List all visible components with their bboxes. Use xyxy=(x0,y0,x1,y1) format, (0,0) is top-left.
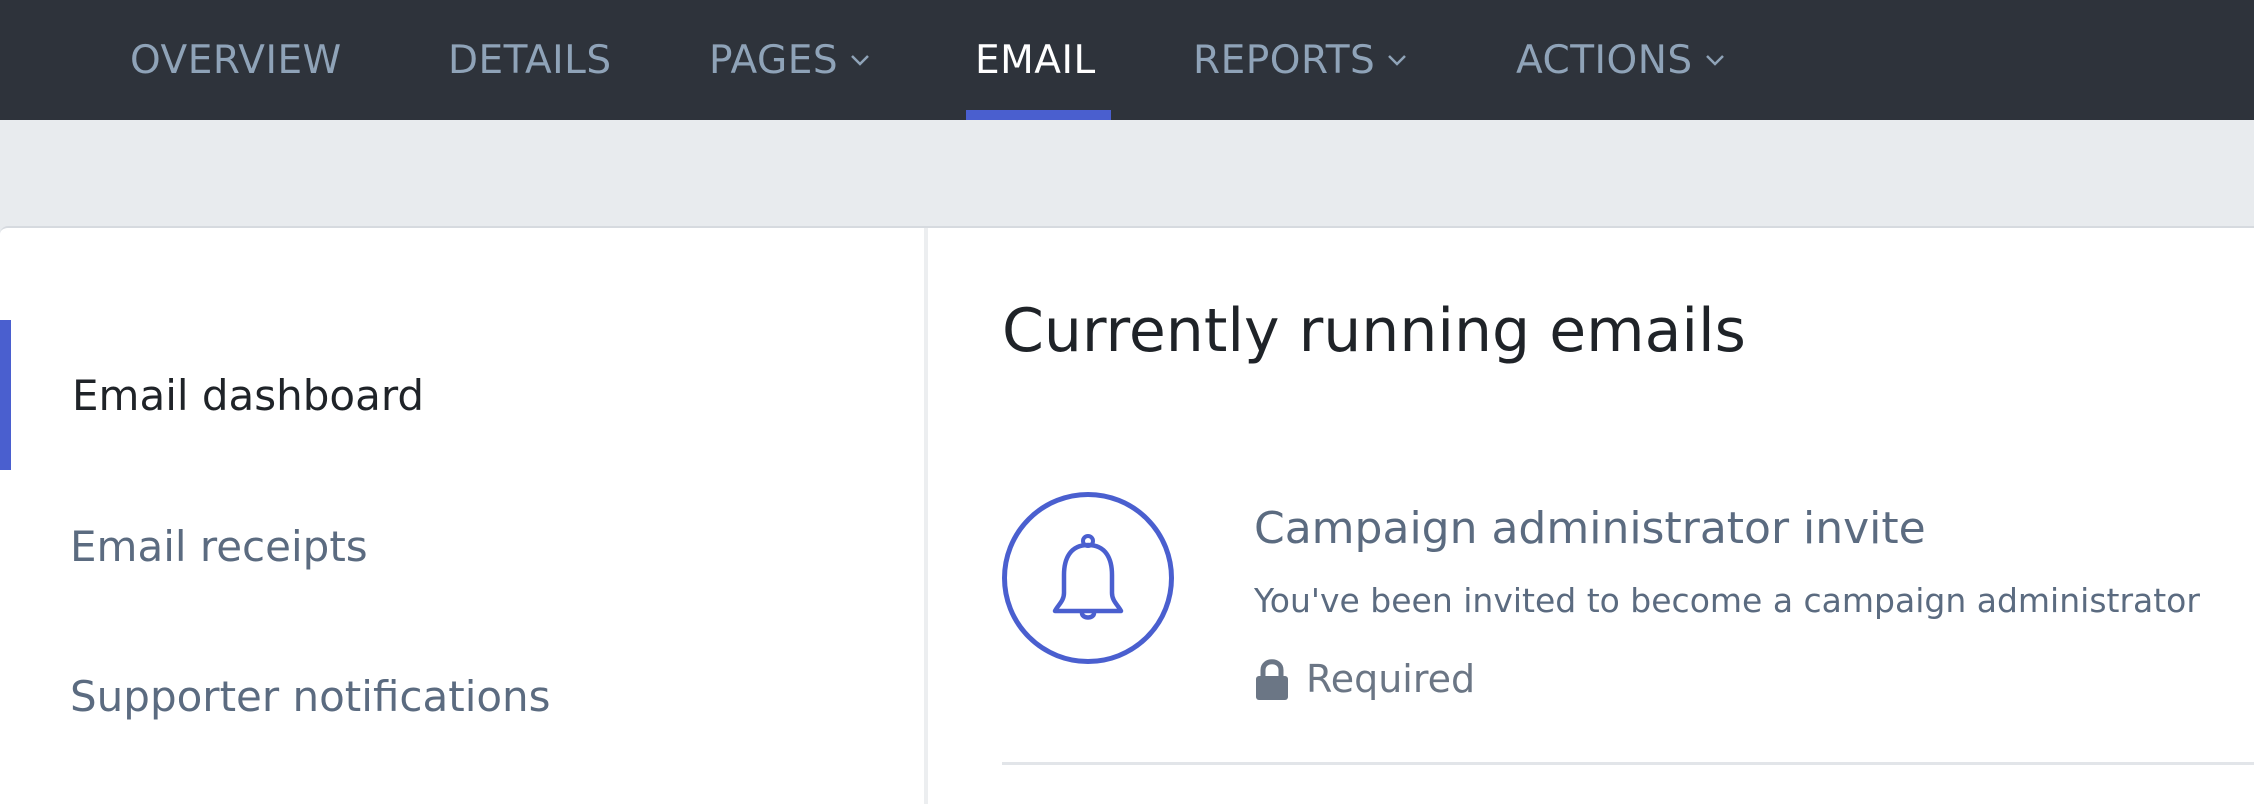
chevron-down-icon xyxy=(1388,55,1407,66)
top-navigation: OVERVIEW DETAILS PAGES EMAIL REPORTS ACT… xyxy=(0,0,2254,120)
sidebar-item-supporter-notifications[interactable]: Supporter notifications xyxy=(0,621,920,771)
active-tab-indicator xyxy=(966,110,1111,120)
nav-tab-label: OVERVIEW xyxy=(130,37,342,83)
nav-tab-label: ACTIONS xyxy=(1516,37,1693,83)
email-sidebar: Email dashboard Email receipts Supporter… xyxy=(0,228,928,804)
sidebar-item-email-receipts[interactable]: Email receipts xyxy=(0,471,920,621)
nav-tab-label: DETAILS xyxy=(448,37,612,83)
lock-icon xyxy=(1256,659,1288,700)
email-status: Required xyxy=(1254,654,1475,704)
email-description: You've been invited to become a campaign… xyxy=(1254,581,2200,620)
nav-tab-overview[interactable]: OVERVIEW xyxy=(130,0,342,120)
nav-tab-reports[interactable]: REPORTS xyxy=(1193,0,1407,120)
nav-tab-label: PAGES xyxy=(709,37,839,83)
nav-tab-actions[interactable]: ACTIONS xyxy=(1516,0,1725,120)
active-item-indicator xyxy=(0,320,11,470)
sidebar-item-label: Email dashboard xyxy=(72,370,425,420)
chevron-down-icon xyxy=(851,55,870,66)
sidebar-item-label: Email receipts xyxy=(70,521,368,571)
sidebar-item-label: Supporter notifications xyxy=(70,671,551,721)
email-name-link[interactable]: Campaign administrator invite xyxy=(1254,503,1926,554)
bell-icon xyxy=(1052,534,1124,620)
nav-tab-details[interactable]: DETAILS xyxy=(448,0,612,120)
page-title: Currently running emails xyxy=(1002,296,1746,366)
status-label: Required xyxy=(1306,657,1476,701)
email-icon-badge xyxy=(1002,492,1174,664)
nav-tab-label: REPORTS xyxy=(1193,37,1376,83)
chevron-down-icon xyxy=(1705,55,1724,66)
nav-tab-pages[interactable]: PAGES xyxy=(709,0,870,120)
nav-tab-label: EMAIL xyxy=(975,37,1096,83)
row-divider xyxy=(1002,762,2254,765)
main-content: Currently running emails Campaign admini… xyxy=(1002,228,2254,804)
email-card: Email dashboard Email receipts Supporter… xyxy=(0,226,2254,804)
nav-tab-email[interactable]: EMAIL xyxy=(975,0,1096,120)
sidebar-item-email-dashboard[interactable]: Email dashboard xyxy=(0,320,920,470)
